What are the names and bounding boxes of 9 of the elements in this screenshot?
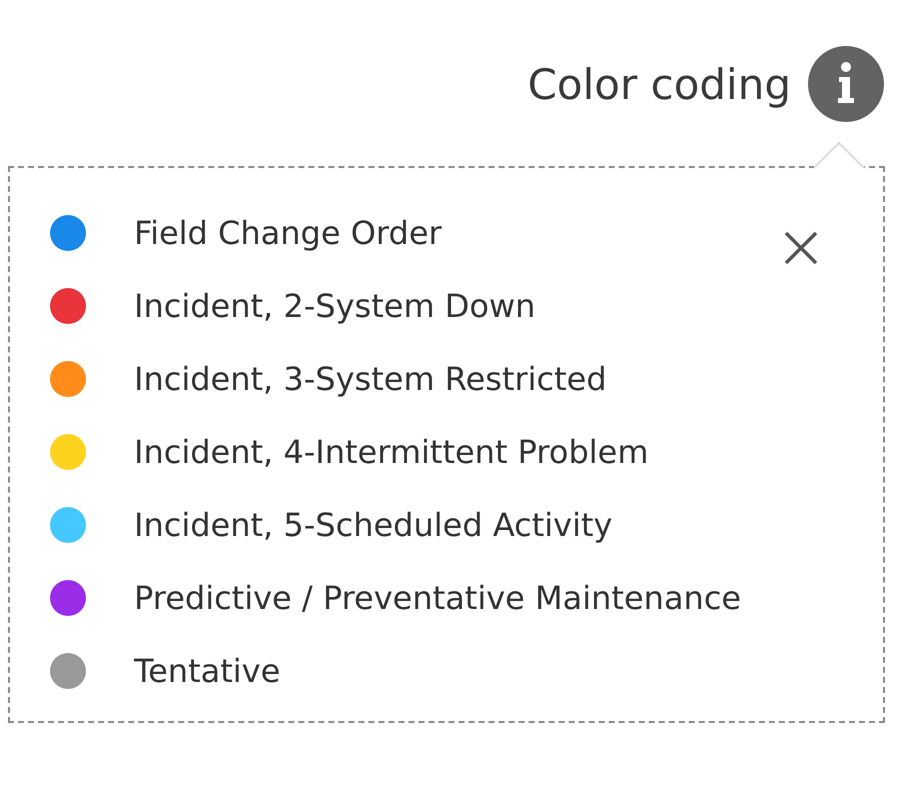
legend-label: Tentative xyxy=(134,651,282,692)
legend-label: Incident, 5-Scheduled Activity xyxy=(134,505,614,546)
legend-label: Incident, 4-Intermittent Problem xyxy=(134,432,650,473)
legend-label: Predictive / Preventative Maintenance xyxy=(134,578,742,619)
info-icon[interactable] xyxy=(807,45,885,123)
legend-label: Incident, 3-System Restricted xyxy=(134,359,608,400)
legend-label: Incident, 2-System Down xyxy=(134,286,536,327)
legend-label: Field Change Order xyxy=(134,213,443,254)
legend-title: Color coding xyxy=(528,58,791,110)
